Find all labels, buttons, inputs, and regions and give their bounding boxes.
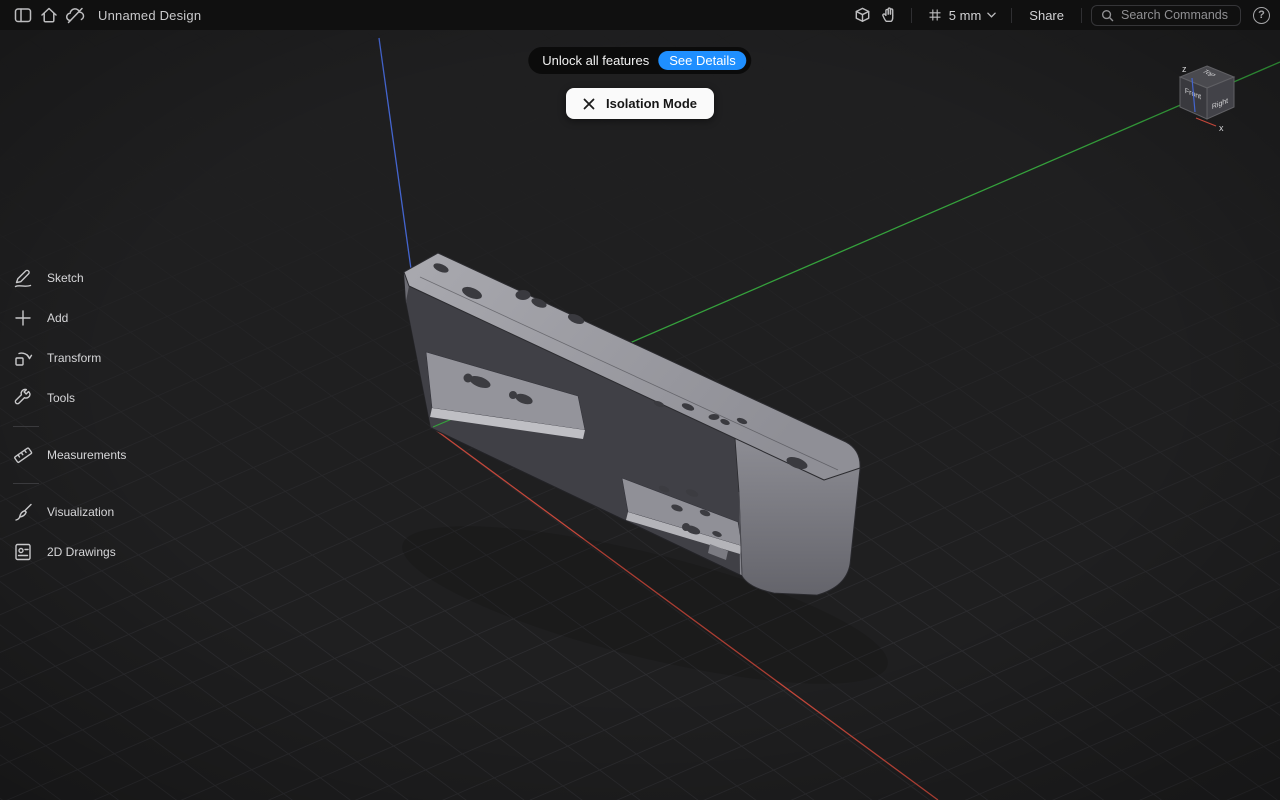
chevron-down-icon <box>987 12 996 18</box>
cloud-offline-icon <box>64 4 86 26</box>
sidebar-item-add[interactable]: Add <box>10 298 126 338</box>
search-commands-field[interactable]: Search Commands <box>1091 5 1241 26</box>
sidebar-item-tools[interactable]: Tools <box>10 378 126 418</box>
hand-icon <box>879 5 899 25</box>
grid-unit-value: 5 mm <box>949 8 982 23</box>
search-commands-label: Search Commands <box>1121 8 1228 22</box>
view-cube[interactable]: Top Front Right z x <box>1172 60 1242 138</box>
home-icon <box>38 4 60 26</box>
sidebar-item-label: Add <box>47 311 68 325</box>
upgrade-banner: Unlock all features See Details <box>528 47 751 74</box>
drawing-sheet-icon <box>12 541 34 563</box>
gestures-button[interactable] <box>876 3 902 27</box>
topbar-separator <box>1081 8 1082 23</box>
export-button[interactable] <box>850 3 876 27</box>
view-cube-x-axis-tick <box>1196 118 1216 126</box>
grid-snap-icon <box>927 7 943 23</box>
grid-unit-dropdown[interactable]: 5 mm <box>921 5 1003 25</box>
viewport-3d-canvas[interactable]: Unlock all features See Details Isolatio… <box>0 30 1280 800</box>
plus-icon <box>12 307 34 329</box>
view-cube-z-label: z <box>1182 64 1187 74</box>
sidebar-item-label: Visualization <box>47 505 114 519</box>
share-button[interactable]: Share <box>1021 5 1072 26</box>
vignette-overlay <box>0 30 1280 800</box>
home-button[interactable] <box>36 3 62 27</box>
sidebar-item-2d-drawings[interactable]: 2D Drawings <box>10 532 126 572</box>
tools-sidebar: Sketch Add Transform Tool <box>10 258 126 572</box>
sidebar-item-label: 2D Drawings <box>47 545 116 559</box>
help-button[interactable]: ? <box>1253 7 1270 24</box>
box-icon <box>852 5 873 26</box>
brush-icon <box>12 501 34 523</box>
sidebar-item-visualization[interactable]: Visualization <box>10 492 126 532</box>
close-icon[interactable] <box>583 98 595 110</box>
isolation-mode-pill[interactable]: Isolation Mode <box>566 88 714 119</box>
sidebar-divider <box>13 483 39 484</box>
isolation-mode-label: Isolation Mode <box>606 96 697 111</box>
wrench-icon <box>12 387 34 409</box>
topbar: Unnamed Design 5 mm <box>0 0 1280 30</box>
app-window: Unnamed Design 5 mm <box>0 0 1280 800</box>
sidebar-item-sketch[interactable]: Sketch <box>10 258 126 298</box>
sidebar-toggle-button[interactable] <box>10 3 36 27</box>
ruler-icon <box>12 444 34 466</box>
help-icon: ? <box>1258 9 1265 21</box>
topbar-separator <box>1011 8 1012 23</box>
sidebar-item-transform[interactable]: Transform <box>10 338 126 378</box>
view-cube-x-label: x <box>1219 123 1224 133</box>
sidebar-item-label: Tools <box>47 391 75 405</box>
sidebar-item-label: Transform <box>47 351 101 365</box>
sidebar-item-label: Measurements <box>47 448 126 462</box>
sync-status-button[interactable] <box>62 3 88 27</box>
panel-toggle-icon <box>12 4 34 26</box>
sidebar-divider <box>13 426 39 427</box>
see-details-button[interactable]: See Details <box>658 51 746 70</box>
transform-icon <box>12 347 34 369</box>
document-title: Unnamed Design <box>98 8 201 23</box>
topbar-separator <box>911 8 912 23</box>
sidebar-item-label: Sketch <box>47 271 84 285</box>
pencil-icon <box>12 267 34 289</box>
sidebar-item-measurements[interactable]: Measurements <box>10 435 126 475</box>
search-icon <box>1101 9 1114 22</box>
scene-render <box>0 30 1280 800</box>
upgrade-banner-message: Unlock all features <box>542 53 649 68</box>
